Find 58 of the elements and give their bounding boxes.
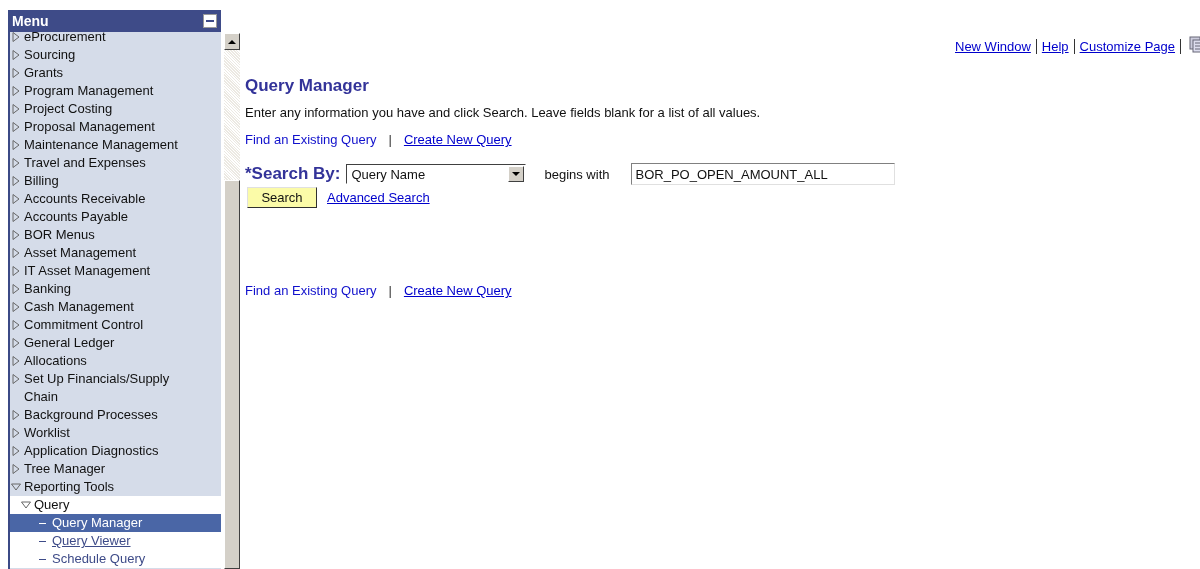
menu-item[interactable]: IT Asset Management [10,262,221,280]
menu-item[interactable]: Accounts Receivable [10,190,221,208]
separator: | [388,283,392,298]
header-link[interactable]: New Window [955,38,1031,54]
search-button[interactable]: Search [247,187,317,208]
menu-item[interactable]: Reporting Tools [10,478,221,496]
header-link[interactable]: Customize Page [1079,38,1175,54]
menu-item[interactable]: Maintenance Management [10,136,221,154]
create-query-link[interactable]: Create New Query [403,132,512,147]
separator [1035,38,1037,54]
find-query-link[interactable]: Find an Existing Query [245,283,377,298]
menu-title: Menu [12,13,49,29]
menu-item[interactable]: Query Viewer [10,532,221,550]
operator-label: begins with [544,166,610,182]
dash-icon [39,540,46,542]
dash-icon [39,522,46,524]
page-icon[interactable] [1186,36,1200,56]
menu-item[interactable]: Proposal Management [10,118,221,136]
instructions: Enter any information you have and click Search. Leave fields blank for a list of all values. [245,105,762,120]
menu-item[interactable]: Query [10,496,221,514]
menu-item[interactable]: Set Up Financials/Supply Chain [10,370,221,406]
search-by-dropdown[interactable]: Query Name [346,164,527,184]
menu-item[interactable]: Background Processes [10,406,221,424]
menu-item[interactable]: Program Management [10,82,221,100]
scroll-thumb[interactable] [224,180,240,569]
menu-item[interactable]: Query Manager [10,514,221,532]
advanced-search-link[interactable]: Advanced Search [327,190,430,205]
separator: | [388,132,392,147]
menu-item[interactable]: Tree Manager [10,460,221,478]
header-link[interactable]: Help [1041,38,1069,54]
menu-item[interactable]: Project Costing [10,100,221,118]
menu-item[interactable]: Accounts Payable [10,208,221,226]
menu-item[interactable]: eProcurement [10,28,221,46]
scroll-up-button[interactable] [224,33,240,50]
menu-item[interactable]: Banking [10,280,221,298]
menu-item[interactable]: Travel and Expenses [10,154,221,172]
menu-item[interactable]: Grants [10,64,221,82]
menu-item[interactable]: General Ledger [10,334,221,352]
menu-item[interactable]: Asset Management [10,244,221,262]
scrollbar[interactable] [224,33,240,569]
search-input-field[interactable]: BOR_PO_OPEN_AMOUNT_ALL [631,163,896,185]
menu-item[interactable]: Worklist [10,424,221,442]
menu-item[interactable]: Application Diagnostics [10,442,221,460]
menu-item[interactable]: Schedule Query [10,550,221,568]
separator [1180,38,1181,54]
page-title: Query Manager [245,76,370,96]
create-query-link[interactable]: Create New Query [403,283,512,298]
menu-item[interactable]: Sourcing [10,46,221,64]
menu-item[interactable]: BOR Menus [10,226,221,244]
find-query-link[interactable]: Find an Existing Query [245,132,377,147]
dash-icon [39,558,46,560]
collapse-button[interactable] [203,14,217,28]
menu-item[interactable]: Commitment Control [10,316,221,334]
separator [1073,38,1075,54]
menu-item[interactable]: Allocations [10,352,221,370]
search-by-label: *Search By: [245,164,341,184]
menu-item[interactable]: Billing [10,172,221,190]
menu-item[interactable]: Cash Management [10,298,221,316]
